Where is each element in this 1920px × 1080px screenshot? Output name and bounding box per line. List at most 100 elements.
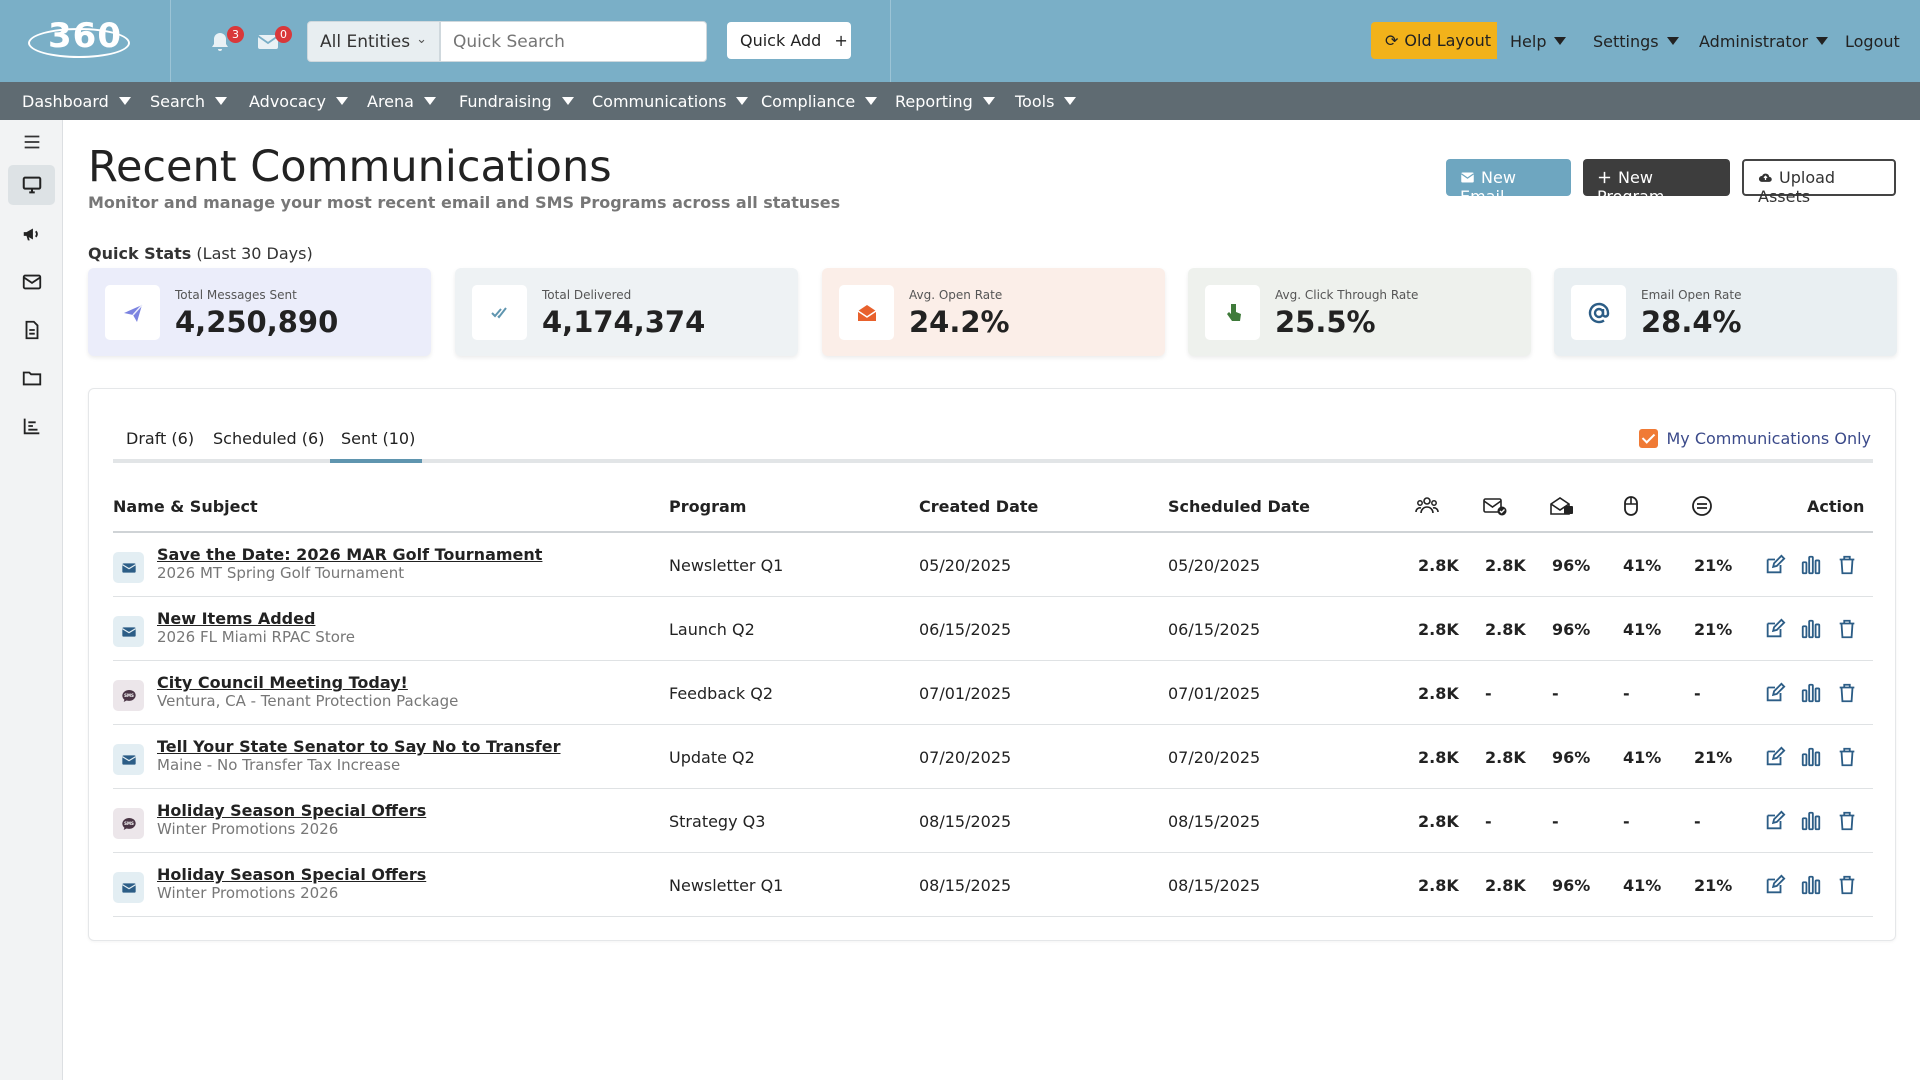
stats-button[interactable] [1800,618,1822,640]
nav-fundraising[interactable]: Fundraising [459,92,574,111]
tab-draft[interactable]: Draft (6) [126,429,194,448]
scheduled-date-cell: 07/01/2025 [1168,684,1261,703]
col-name-subject: Name & Subject [113,497,258,516]
delivered-cell: 2.8K [1485,556,1526,575]
sidebar-item-email[interactable] [8,262,55,302]
edit-button[interactable] [1764,746,1786,768]
edit-button[interactable] [1764,682,1786,704]
checkbox-checked[interactable] [1639,429,1659,448]
delete-button[interactable] [1836,682,1858,704]
sidebar-item-advocacy[interactable] [8,214,55,254]
settings-menu[interactable]: Settings [1593,32,1679,51]
delete-button[interactable] [1836,810,1858,832]
stats-button[interactable] [1800,554,1822,576]
nav-communications[interactable]: Communications [592,92,749,111]
delete-button[interactable] [1836,746,1858,768]
sidebar-item-dashboard[interactable] [8,165,55,205]
scheduled-date-cell: 08/15/2025 [1168,876,1261,895]
nav-tools[interactable]: Tools [1015,92,1077,111]
opened-cell: - [1552,684,1559,703]
communication-name-link[interactable]: Tell Your State Senator to Say No to Tra… [157,737,561,756]
unsubscribes-cell: 21% [1694,556,1733,575]
tab-sent[interactable]: Sent (10) [341,429,415,448]
envelope-icon [22,274,41,290]
sidebar-item-folders[interactable] [8,358,55,398]
communication-name-link[interactable]: New Items Added [157,609,315,628]
communications-panel: Draft (6) Scheduled (6) Sent (10) My Com… [88,388,1896,941]
new-email-button[interactable]: New Email [1446,159,1571,206]
sidebar-item-reports[interactable] [8,406,55,446]
edit-button[interactable] [1764,554,1786,576]
stats-button[interactable] [1800,810,1822,832]
stat-label: Avg. Open Rate [909,288,1003,302]
clicks-cell: 41% [1623,556,1662,575]
help-menu[interactable]: Help [1510,32,1567,51]
sms-icon: SMS [121,689,136,702]
nav-label: Tools [1015,92,1055,111]
edit-button[interactable] [1764,874,1786,896]
edit-button[interactable] [1764,618,1786,640]
unsubscribes-cell: 21% [1694,748,1733,767]
clicks-cell: 41% [1623,620,1662,639]
unsubscribes-cell: - [1694,684,1701,703]
quick-search-input[interactable] [440,21,707,62]
caret-down-icon [1064,97,1077,105]
scheduled-date-cell: 07/20/2025 [1168,748,1261,767]
nav-label: Dashboard [22,92,109,111]
communication-name-link[interactable]: City Council Meeting Today! [157,673,408,692]
nav-arena[interactable]: Arena [367,92,436,111]
communication-name-link[interactable]: Holiday Season Special Offers [157,865,426,884]
nav-dashboard[interactable]: Dashboard [22,92,131,111]
delete-button[interactable] [1836,874,1858,896]
top-bar: 360 3 0 All Entities ⌄ Quick Add + ⟳ Old … [0,0,1920,82]
unsubscribes-cell: - [1694,812,1701,831]
logo[interactable]: 360 [0,0,171,82]
stats-button[interactable] [1800,874,1822,896]
refresh-icon: ⟳ [1385,31,1399,50]
my-communications-toggle[interactable]: My Communications Only [1639,429,1871,448]
message-type: SMS [113,680,144,711]
divider [890,0,891,82]
nav-compliance[interactable]: Compliance [761,92,878,111]
trash-icon [1839,555,1855,575]
new-program-button[interactable]: New Program [1583,159,1730,206]
delete-button[interactable] [1836,554,1858,576]
communication-name-link[interactable]: Holiday Season Special Offers [157,801,426,820]
sidebar [0,120,63,1080]
upload-assets-button[interactable]: Upload Assets [1742,159,1896,206]
menu-toggle[interactable] [8,122,55,162]
scheduled-date-cell: 05/20/2025 [1168,556,1261,575]
communication-name-link[interactable]: Save the Date: 2026 MAR Golf Tournament [157,545,542,564]
bar-chart-icon [23,418,39,435]
opened-cell: - [1552,812,1559,831]
edit-icon [1766,810,1786,830]
trash-icon [1839,683,1855,703]
created-date-cell: 08/15/2025 [919,876,1012,895]
edit-button[interactable] [1764,810,1786,832]
old-layout-button[interactable]: ⟳ Old Layout [1371,22,1497,59]
quick-add-button[interactable]: Quick Add + [727,22,851,59]
nav-advocacy[interactable]: Advocacy [249,92,348,111]
tab-scheduled[interactable]: Scheduled (6) [213,429,324,448]
my-communications-label: My Communications Only [1666,429,1871,448]
nav-search[interactable]: Search [150,92,227,111]
notifications-button[interactable]: 3 [208,26,244,56]
communication-subject: Winter Promotions 2026 [157,820,339,838]
stats-button[interactable] [1800,682,1822,704]
delivered-cell: 2.8K [1485,748,1526,767]
sidebar-item-documents[interactable] [8,310,55,350]
nav-reporting[interactable]: Reporting [895,92,995,111]
administrator-menu[interactable]: Administrator [1699,32,1829,51]
logout-link[interactable]: Logout [1845,32,1900,51]
stat-card-email-open-rate: Email Open Rate 28.4% [1554,268,1897,356]
messages-button[interactable]: 0 [256,26,292,56]
stats-button[interactable] [1800,746,1822,768]
double-check-icon [490,306,507,319]
entity-select[interactable]: All Entities ⌄ [307,21,440,62]
caret-down-icon [214,97,227,105]
stat-icon-box [1571,285,1626,340]
stat-card-total-sent: Total Messages Sent 4,250,890 [88,268,431,356]
message-type [113,616,144,647]
delete-button[interactable] [1836,618,1858,640]
col-scheduled-date: Scheduled Date [1168,497,1311,516]
